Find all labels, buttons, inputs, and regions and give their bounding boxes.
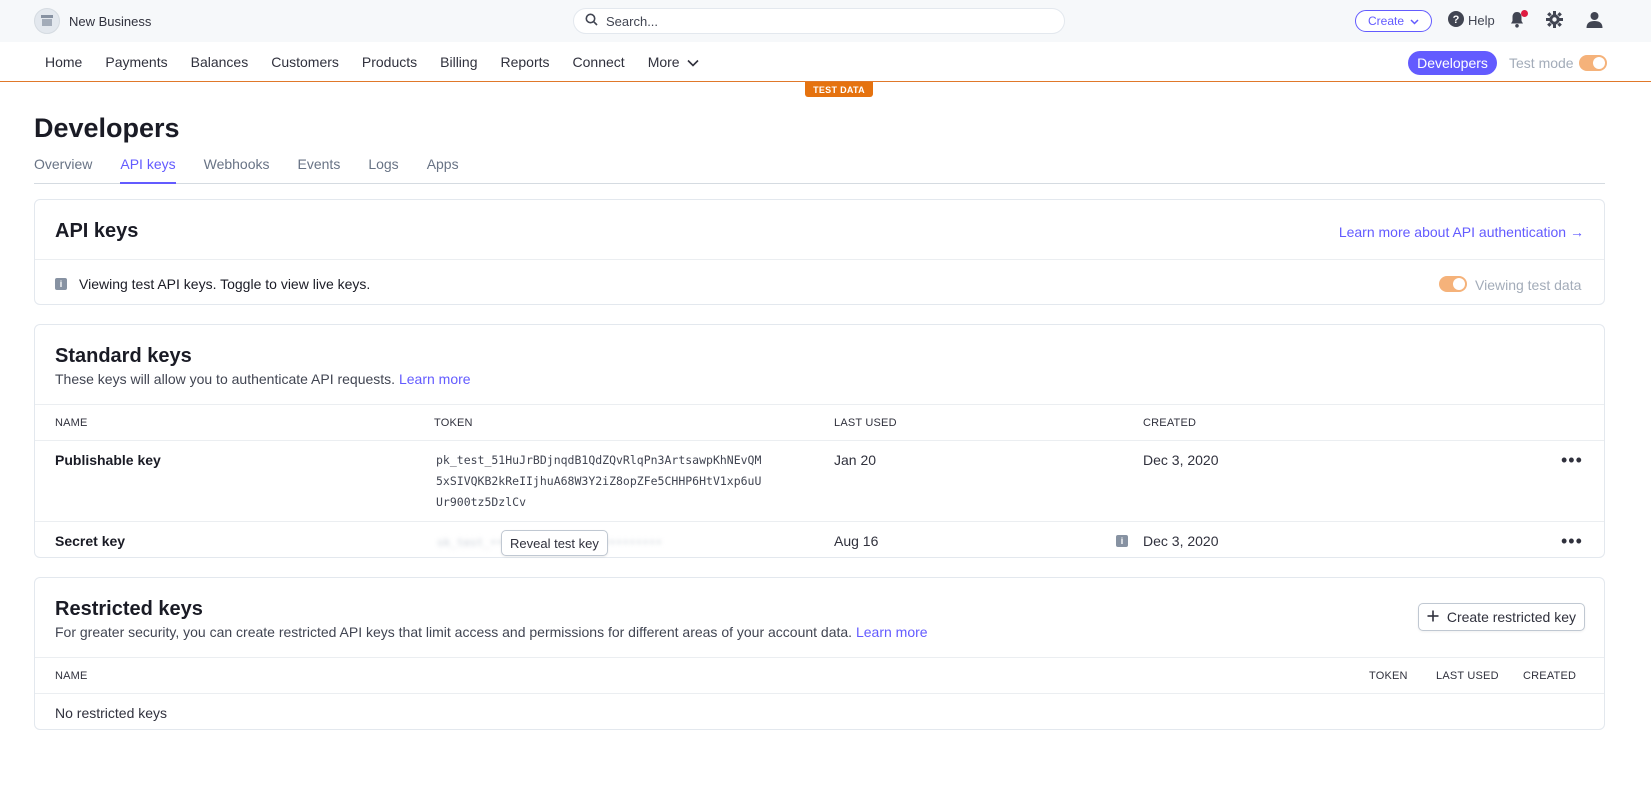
- account-name: New Business: [69, 13, 152, 29]
- key-name: Secret key: [55, 533, 126, 549]
- gear-icon: [1546, 11, 1563, 31]
- create-restricted-key-label: Create restricted key: [1446, 609, 1576, 625]
- token-line: Ur900tz5DzlCv: [436, 495, 527, 509]
- created-date: Dec 3, 2020: [1143, 452, 1219, 468]
- top-bar: New Business Create ? Help: [0, 0, 1651, 42]
- plus-icon: [1427, 609, 1439, 625]
- column-header-name: NAME: [55, 670, 88, 682]
- nav-more[interactable]: More: [648, 54, 699, 70]
- search-bar[interactable]: [573, 8, 1065, 34]
- column-header-last-used: LAST USED: [834, 417, 897, 429]
- nav-home[interactable]: Home: [45, 54, 82, 70]
- viewing-test-data-label: Viewing test data: [1475, 277, 1582, 293]
- nav-products[interactable]: Products: [362, 54, 417, 70]
- bell-icon: [1509, 12, 1525, 31]
- help-label: Help: [1468, 13, 1495, 28]
- tab-events[interactable]: Events: [298, 156, 341, 184]
- token-line: pk_test_51HuJrBDjnqdB1QdZQvRlqPn3Artsawp…: [436, 453, 762, 467]
- divider: [35, 440, 1604, 441]
- column-header-name: NAME: [55, 417, 88, 429]
- column-header-last-used: LAST USED: [1436, 670, 1499, 682]
- restricted-keys-title: Restricted keys: [55, 598, 203, 620]
- create-button[interactable]: Create: [1355, 10, 1432, 32]
- standard-keys-description: These keys will allow you to authenticat…: [55, 371, 396, 387]
- column-header-created: CREATED: [1143, 417, 1197, 429]
- profile-button[interactable]: [1586, 11, 1603, 31]
- token-line: 5xSIVQKB2kReIIjhuA68W3Y2iZ8opZFe5CHHP6Ht…: [436, 474, 762, 488]
- tab-webhooks[interactable]: Webhooks: [204, 156, 270, 184]
- standard-keys-title: Standard keys: [55, 345, 192, 367]
- view-test-data-toggle[interactable]: [1439, 276, 1467, 292]
- help-icon: ?: [1448, 11, 1464, 30]
- nav-reports[interactable]: Reports: [501, 54, 550, 70]
- table-row: Secret key sk_test_•••••••••••••••••••••…: [35, 522, 1604, 558]
- page-title: Developers: [34, 113, 180, 143]
- test-mode-label: Test mode: [1509, 55, 1574, 71]
- restricted-keys-description: For greater security, you can create res…: [55, 624, 853, 640]
- notification-badge: [1521, 10, 1528, 17]
- restricted-keys-card: Restricted keys For greater security, yo…: [34, 577, 1605, 730]
- column-header-token: TOKEN: [434, 417, 473, 429]
- notifications-button[interactable]: [1509, 10, 1528, 31]
- search-icon: [585, 13, 598, 29]
- info-icon[interactable]: i: [1116, 535, 1128, 547]
- more-actions-icon[interactable]: •••: [1561, 532, 1583, 550]
- search-input[interactable]: [606, 13, 1046, 29]
- create-label: Create: [1367, 14, 1405, 28]
- standard-keys-card: Standard keys These keys will allow you …: [34, 324, 1605, 558]
- tab-logs[interactable]: Logs: [368, 156, 398, 184]
- create-restricted-key-button[interactable]: Create restricted key: [1417, 603, 1585, 631]
- api-auth-learn-more-link[interactable]: Learn more about API authentication →: [1339, 224, 1584, 240]
- chevron-down-icon: [687, 54, 699, 70]
- standard-keys-learn-more-link[interactable]: Learn more: [399, 371, 471, 387]
- toggle-knob: [1593, 57, 1605, 69]
- last-used: Jan 20: [834, 452, 877, 468]
- store-icon: [34, 8, 60, 34]
- toggle-knob: [1453, 278, 1465, 290]
- tab-overview[interactable]: Overview: [34, 156, 92, 184]
- divider: [35, 693, 1604, 694]
- api-keys-title: API keys: [55, 220, 139, 242]
- nav-balances[interactable]: Balances: [191, 54, 249, 70]
- main-nav: Home Payments Balances Customers Product…: [0, 42, 1651, 82]
- user-icon: [1586, 12, 1603, 31]
- help-button[interactable]: ? Help: [1448, 11, 1495, 30]
- restricted-keys-learn-more-link[interactable]: Learn more: [856, 624, 928, 640]
- reveal-test-key-button[interactable]: Reveal test key: [501, 530, 608, 556]
- column-header-token: TOKEN: [1369, 670, 1408, 682]
- tab-api-keys[interactable]: API keys: [120, 156, 176, 184]
- test-mode-toggle[interactable]: [1579, 55, 1607, 71]
- nav-customers[interactable]: Customers: [271, 54, 339, 70]
- divider: [35, 657, 1604, 658]
- test-data-badge: TEST DATA: [805, 82, 873, 97]
- publishable-key-token[interactable]: pk_test_51HuJrBDjnqdB1QdZQvRlqPn3Artsawp…: [436, 450, 761, 513]
- developer-tabs: Overview API keys Webhooks Events Logs A…: [34, 156, 1605, 184]
- nav-billing[interactable]: Billing: [440, 54, 477, 70]
- column-header-created: CREATED: [1523, 670, 1577, 682]
- divider: [35, 259, 1604, 260]
- tab-apps[interactable]: Apps: [427, 156, 459, 184]
- nav-connect[interactable]: Connect: [573, 54, 625, 70]
- nav-more-label: More: [647, 54, 680, 70]
- chevron-down-icon: [1410, 14, 1419, 28]
- account-switcher[interactable]: New Business: [34, 8, 151, 34]
- empty-state-text: No restricted keys: [55, 705, 168, 721]
- divider: [35, 404, 1604, 405]
- settings-button[interactable]: [1546, 11, 1563, 31]
- key-name: Publishable key: [55, 452, 161, 468]
- test-keys-info-text: Viewing test API keys. Toggle to view li…: [79, 276, 371, 292]
- developers-button[interactable]: Developers: [1408, 51, 1497, 75]
- api-keys-card: API keys Learn more about API authentica…: [34, 199, 1605, 305]
- last-used: Aug 16: [834, 533, 879, 549]
- more-actions-icon[interactable]: •••: [1561, 451, 1583, 469]
- info-icon: i: [55, 278, 67, 290]
- svg-text:?: ?: [1453, 14, 1460, 26]
- nav-payments[interactable]: Payments: [105, 54, 167, 70]
- created-date: Dec 3, 2020: [1143, 533, 1219, 549]
